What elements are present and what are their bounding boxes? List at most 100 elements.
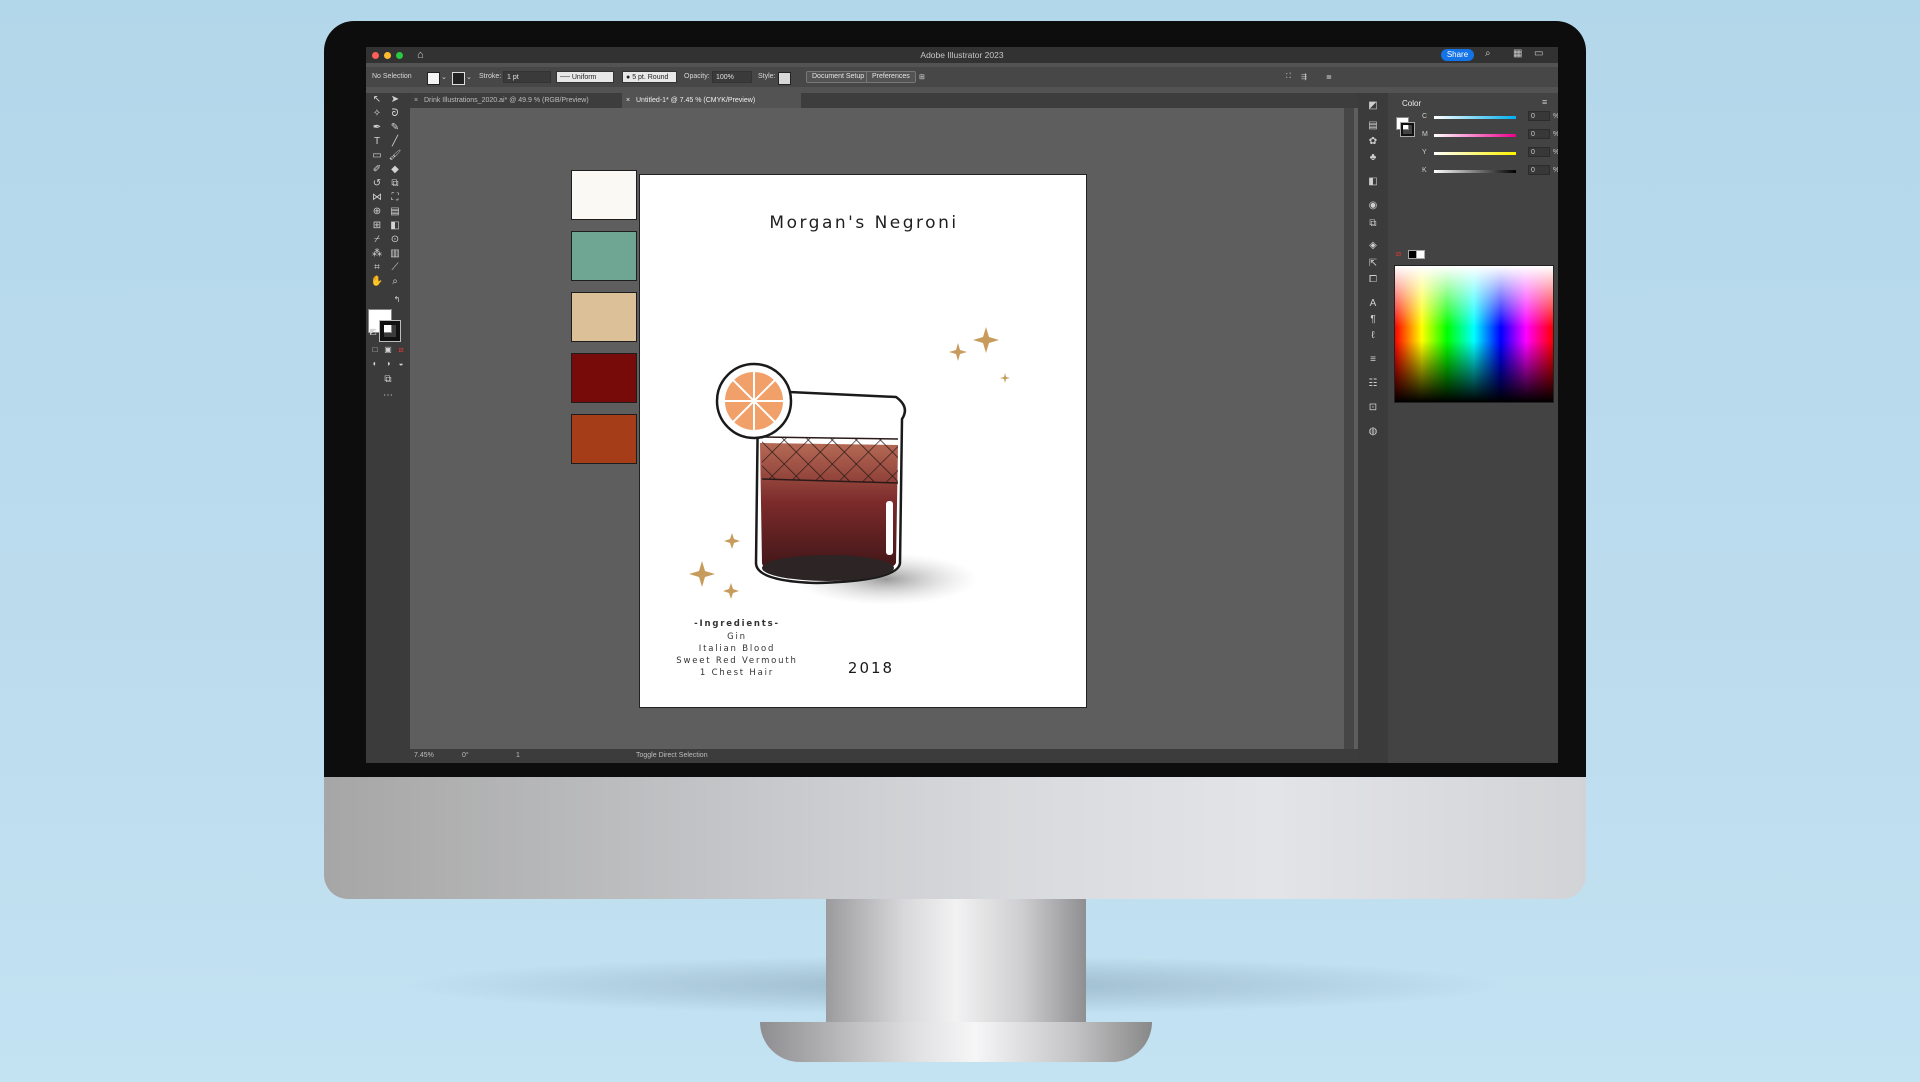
draw-inside-icon[interactable]: ◒ xyxy=(394,357,408,371)
default-fill-stroke-icon[interactable]: ◩ xyxy=(366,325,380,339)
opacity-field[interactable]: 100% xyxy=(712,71,752,83)
lasso-tool-icon[interactable]: ᘐ xyxy=(388,107,402,121)
edit-toolbar-icon[interactable]: ⋯ xyxy=(381,389,395,403)
symbol-sprayer-tool-icon[interactable]: ⁂ xyxy=(370,247,384,261)
yellow-slider[interactable] xyxy=(1434,152,1516,155)
links-icon[interactable]: ⊡ xyxy=(1366,401,1380,415)
blend-tool-icon[interactable]: ⊙ xyxy=(388,233,402,247)
pathfinder-icon[interactable]: ◍ xyxy=(1366,425,1380,439)
stroke-color-swatch[interactable] xyxy=(452,72,465,85)
close-tab-icon[interactable]: × xyxy=(414,93,418,108)
color-spectrum[interactable] xyxy=(1394,265,1554,403)
layers-icon[interactable]: ◈ xyxy=(1366,239,1380,253)
panel-menu-icon[interactable]: ≣ xyxy=(1326,73,1332,81)
zoom-tool-icon[interactable]: ⌕ xyxy=(388,275,402,289)
zoom-level[interactable]: 7.45% xyxy=(414,752,434,759)
chevron-down-icon[interactable]: ⌄ xyxy=(441,73,447,81)
palette-swatch-tan[interactable] xyxy=(571,292,637,342)
paragraph-icon[interactable]: ¶ xyxy=(1366,313,1380,327)
close-tab-icon[interactable]: × xyxy=(626,93,630,108)
palette-swatch-ivory[interactable] xyxy=(571,170,637,220)
gradient-tool-icon[interactable]: ◧ xyxy=(388,219,402,233)
width-tool-icon[interactable]: ⋈ xyxy=(370,191,384,205)
palette-swatch-sage[interactable] xyxy=(571,231,637,281)
align-panel-icon[interactable]: ≡ xyxy=(1366,353,1380,367)
artboard[interactable]: Morgan's Negroni -Ingredients- Gin Itali… xyxy=(639,174,1087,708)
artboards-icon[interactable]: ⧠ xyxy=(1366,273,1380,287)
panel-menu-icon[interactable]: ≡ xyxy=(1542,97,1547,107)
rectangle-tool-icon[interactable]: ▭ xyxy=(370,149,384,163)
fill-color-swatch[interactable] xyxy=(427,72,440,85)
brushes-icon[interactable]: ✿ xyxy=(1366,135,1380,149)
free-transform-tool-icon[interactable]: ⛶ xyxy=(388,191,402,205)
white-quick-swatch[interactable] xyxy=(1416,250,1425,259)
search-icon[interactable]: ⌕ xyxy=(1485,48,1491,59)
scale-tool-icon[interactable]: ⧉ xyxy=(388,177,402,191)
gradient-mode-icon[interactable]: ▣ xyxy=(381,343,395,357)
character-icon[interactable]: A xyxy=(1366,297,1380,311)
gradient-panel-icon[interactable]: ◧ xyxy=(1366,175,1380,189)
rotate-tool-icon[interactable]: ↺ xyxy=(370,177,384,191)
stroke-color-box[interactable] xyxy=(379,320,401,342)
curvature-tool-icon[interactable]: ✎ xyxy=(388,121,402,135)
opentype-icon[interactable]: ℓ xyxy=(1366,329,1380,343)
draw-behind-icon[interactable]: ◑ xyxy=(381,357,395,371)
black-value-field[interactable]: 0 xyxy=(1528,165,1550,175)
mesh-tool-icon[interactable]: ⊞ xyxy=(370,219,384,233)
document-setup-button[interactable]: Document Setup xyxy=(806,71,871,83)
share-button[interactable]: Share xyxy=(1441,49,1474,61)
vertical-scrollbar[interactable] xyxy=(1344,108,1354,749)
magenta-value-field[interactable]: 0 xyxy=(1528,129,1550,139)
shaper-tool-icon[interactable]: ✐ xyxy=(370,163,384,177)
symbols-icon[interactable]: ♣ xyxy=(1366,151,1380,165)
stroke-label[interactable]: Stroke: xyxy=(479,73,501,80)
workspace-switcher-icon[interactable]: ▭ xyxy=(1534,48,1543,59)
pen-tool-icon[interactable]: ✒ xyxy=(370,121,384,135)
none-swatch-icon[interactable]: ⧄ xyxy=(1396,249,1401,259)
variable-width-profile-dropdown[interactable]: ── Uniform xyxy=(556,71,614,83)
magic-wand-tool-icon[interactable]: ✧ xyxy=(370,107,384,121)
graphic-styles-icon[interactable]: ⧉ xyxy=(1366,217,1380,231)
color-mode-icon[interactable]: □ xyxy=(368,343,382,357)
line-segment-tool-icon[interactable]: ╱ xyxy=(388,135,402,149)
magenta-slider[interactable] xyxy=(1434,134,1516,137)
black-slider[interactable] xyxy=(1434,170,1516,173)
brush-definition-dropdown[interactable]: ● 5 pt. Round xyxy=(622,71,677,83)
yellow-value-field[interactable]: 0 xyxy=(1528,147,1550,157)
artboard-navigation[interactable]: 1 xyxy=(516,752,520,759)
properties-icon[interactable]: ◩ xyxy=(1366,99,1380,113)
draw-normal-icon[interactable]: ◐ xyxy=(368,357,382,371)
libraries-icon[interactable]: ▤ xyxy=(1366,119,1380,133)
graphic-style-swatch[interactable] xyxy=(778,72,791,85)
palette-swatch-rust[interactable] xyxy=(571,414,637,464)
swap-fill-stroke-icon[interactable]: ↰ xyxy=(390,293,404,307)
hand-tool-icon[interactable]: ✋ xyxy=(370,275,384,289)
preferences-button[interactable]: Preferences xyxy=(866,71,916,83)
artboard-tool-icon[interactable]: ⌗ xyxy=(370,261,384,275)
shape-builder-tool-icon[interactable]: ⊕ xyxy=(370,205,384,219)
transform-icon[interactable]: ⛶ xyxy=(1286,73,1291,81)
opacity-label[interactable]: Opacity: xyxy=(684,73,710,80)
none-mode-icon[interactable]: ⧄ xyxy=(394,343,408,357)
arrange-icon[interactable]: ⇶ xyxy=(1301,73,1307,81)
perspective-grid-tool-icon[interactable]: ▤ xyxy=(388,205,402,219)
cyan-value-field[interactable]: 0 xyxy=(1528,111,1550,121)
direct-selection-tool-icon[interactable]: ➤ xyxy=(388,93,402,107)
paintbrush-tool-icon[interactable]: 🖌 xyxy=(388,149,402,163)
appearance-icon[interactable]: ◉ xyxy=(1366,199,1380,213)
selection-tool-icon[interactable]: ↖ xyxy=(370,93,384,107)
type-tool-icon[interactable]: T xyxy=(370,135,384,149)
eyedropper-tool-icon[interactable]: ⌿ xyxy=(370,233,384,247)
screen-mode-icon[interactable]: ⧉ xyxy=(381,373,395,387)
transform-panel-icon[interactable]: ☷ xyxy=(1366,377,1380,391)
align-icon[interactable]: ⊞ xyxy=(919,73,925,81)
palette-swatch-crimson[interactable] xyxy=(571,353,637,403)
tab-untitled-1[interactable]: × Untitled-1* @ 7.45 % (CMYK/Preview) xyxy=(622,93,801,108)
eraser-tool-icon[interactable]: ◆ xyxy=(388,163,402,177)
cyan-slider[interactable] xyxy=(1434,116,1516,119)
canvas-area[interactable]: Morgan's Negroni -Ingredients- Gin Itali… xyxy=(410,108,1440,763)
export-icon[interactable]: ⇱ xyxy=(1366,257,1380,271)
arrange-documents-icon[interactable]: ▦ xyxy=(1513,48,1522,59)
stroke-weight-field[interactable]: 1 pt xyxy=(503,71,551,83)
rotation-value[interactable]: 0° xyxy=(462,752,469,759)
